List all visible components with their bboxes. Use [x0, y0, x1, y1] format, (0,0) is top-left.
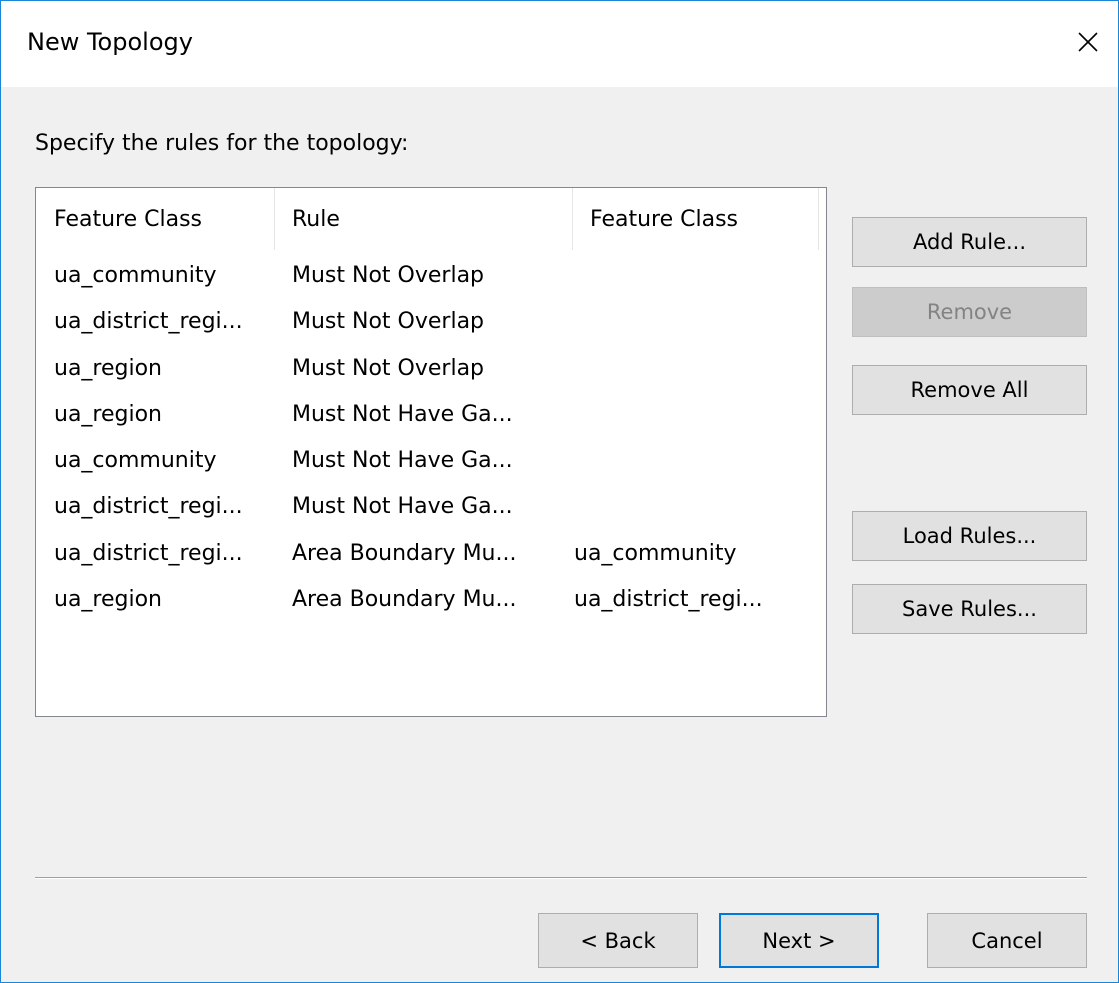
cell-feature-class: ua_region [54, 587, 163, 613]
table-row[interactable]: ua_community Must Not Overlap [36, 253, 826, 299]
cell-feature-class: ua_district_regi... [54, 309, 243, 335]
cell-feature-class: ua_community [54, 263, 217, 288]
cell-feature-class: ua_district_regi... [54, 540, 243, 566]
load-rules-button[interactable]: Load Rules... [852, 511, 1087, 561]
cell-rule: Must Not Have Ga... [292, 494, 513, 520]
rules-rows: ua_community Must Not Overlap ua_distric… [36, 253, 826, 623]
cell-rule: Area Boundary Mu... [292, 587, 517, 613]
cell-feature-class-2 [556, 438, 826, 484]
back-button[interactable]: < Back [538, 913, 698, 968]
cell-feature-class-2: ua_district_regi... [574, 587, 763, 613]
column-header-rule[interactable]: Rule [274, 188, 556, 250]
table-row[interactable]: ua_region Must Not Overlap [36, 346, 826, 392]
cell-feature-class: ua_region [54, 355, 163, 381]
cell-rule: Must Not Have Ga... [292, 401, 513, 427]
cell-feature-class-2 [556, 484, 826, 530]
close-button[interactable] [1058, 1, 1118, 87]
cell-rule: Area Boundary Mu... [292, 540, 517, 566]
close-icon [1077, 31, 1099, 57]
table-row[interactable]: ua_district_regi... Must Not Overlap [36, 299, 826, 345]
remove-all-button[interactable]: Remove All [852, 365, 1087, 415]
add-rule-button[interactable]: Add Rule... [852, 217, 1087, 267]
cancel-button[interactable]: Cancel [927, 913, 1087, 968]
cell-feature-class-2 [556, 253, 826, 299]
column-header-feature-class-2[interactable]: Feature Class [572, 188, 818, 250]
list-header: Feature Class Rule Feature Class [36, 188, 826, 250]
window-title: New Topology [27, 28, 193, 56]
table-row[interactable]: ua_region Area Boundary Mu... ua_distric… [36, 577, 826, 623]
cell-feature-class-2 [556, 299, 826, 345]
footer-divider-highlight [35, 878, 1087, 879]
table-row[interactable]: ua_region Must Not Have Ga... [36, 392, 826, 438]
cell-rule: Must Not Overlap [292, 309, 485, 335]
table-row[interactable]: ua_district_regi... Area Boundary Mu... … [36, 531, 826, 577]
rules-list[interactable]: Feature Class Rule Feature Class ua_comm… [35, 187, 827, 717]
new-topology-dialog: New Topology Specify the rules for the t… [0, 0, 1119, 983]
instruction-label: Specify the rules for the topology: [35, 131, 409, 156]
column-header-feature-class[interactable]: Feature Class [36, 188, 274, 250]
remove-button[interactable]: Remove [852, 287, 1087, 337]
cell-rule: Must Not Have Ga... [292, 448, 513, 474]
table-row[interactable]: ua_community Must Not Have Ga... [36, 438, 826, 484]
next-button[interactable]: Next > [719, 913, 879, 968]
table-row[interactable]: ua_district_regi... Must Not Have Ga... [36, 484, 826, 530]
save-rules-button[interactable]: Save Rules... [852, 584, 1087, 634]
cell-feature-class-2 [556, 392, 826, 438]
cell-feature-class: ua_region [54, 401, 163, 427]
cell-rule: Must Not Overlap [292, 263, 485, 288]
cell-feature-class-2: ua_community [574, 540, 737, 566]
cell-feature-class-2 [556, 346, 826, 392]
cell-rule: Must Not Overlap [292, 355, 485, 381]
cell-feature-class: ua_community [54, 448, 217, 474]
title-bar: New Topology [1, 1, 1118, 87]
column-divider[interactable] [818, 188, 819, 250]
cell-feature-class: ua_district_regi... [54, 494, 243, 520]
